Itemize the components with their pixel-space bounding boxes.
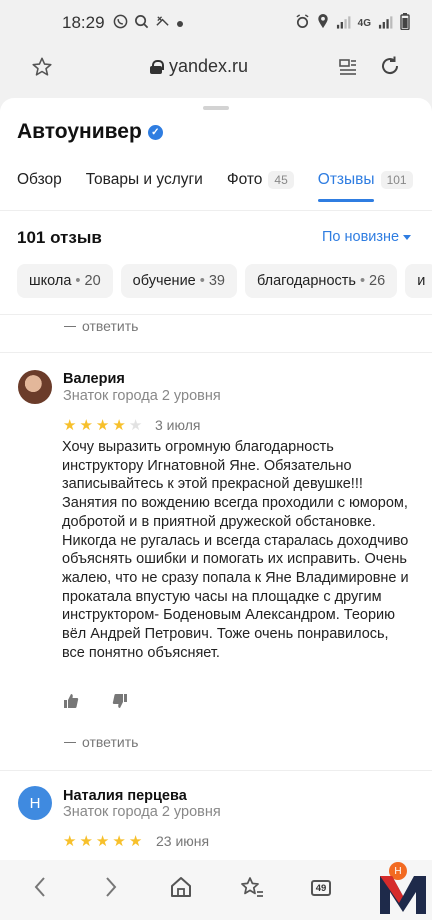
rating-stars: ★ ★ ★ ★ ★ [63, 418, 142, 433]
chip-label: школа [29, 273, 72, 289]
reviewer-name[interactable]: Наталия перцева [63, 788, 187, 804]
missed-call-icon [155, 14, 170, 33]
reader-mode-icon[interactable] [338, 58, 358, 83]
reviews-count: 101 отзыв [17, 228, 102, 247]
chip-school[interactable]: школа • 20 [17, 264, 113, 298]
tab-count: 45 [268, 171, 294, 189]
star-icon: ★ [63, 833, 77, 850]
star-icon: ★ [112, 417, 126, 434]
review-text: Хочу выразить огромную благодарность инс… [62, 439, 409, 661]
status-bar: 18:29 4G [0, 0, 432, 46]
reload-icon[interactable] [378, 54, 402, 85]
star-icon: ★ [112, 833, 126, 850]
dash [64, 325, 76, 327]
sheet-handle[interactable] [203, 106, 229, 110]
reviewer-level: Знаток города 2 уровня [63, 388, 221, 404]
star-icon: ★ [95, 417, 110, 434]
tab-photos[interactable]: Фото 45 [227, 168, 294, 192]
status-time: 18:29 [62, 13, 105, 32]
star-icon: ★ [95, 833, 110, 850]
star-icon: ★ [79, 833, 93, 850]
forward-icon[interactable] [104, 874, 118, 905]
browser-bar: yandex.ru [0, 46, 432, 92]
browser-bottom-nav: 49 Н [0, 860, 432, 920]
org-name: Автоунивер [17, 120, 142, 143]
chip-count: 26 [369, 273, 386, 289]
url-text: yandex.ru [169, 56, 249, 76]
signal-icon-2 [378, 15, 393, 32]
chip-separator: • [359, 273, 366, 289]
chip-label: обучение [132, 273, 196, 289]
reviewer-name[interactable]: Валерия [63, 371, 125, 387]
chip-label: благодарность [256, 273, 356, 289]
notification-dot-icon [176, 15, 184, 32]
chip-separator: • [199, 273, 205, 289]
dislike-icon[interactable] [112, 693, 128, 709]
address-bar[interactable]: yandex.ru [150, 56, 248, 77]
chip-more[interactable]: и [405, 264, 432, 298]
whatsapp-icon [113, 14, 128, 33]
reply-label: ответить [82, 734, 139, 750]
tab-label: Товары и услуги [85, 171, 203, 188]
review-separator [0, 770, 432, 771]
dash [64, 741, 76, 743]
avatar[interactable]: Н [18, 786, 52, 820]
org-card: Автоунивер ✓ Обзор Товары и услуги Фото … [0, 98, 432, 860]
tab-label: Отзывы [317, 171, 375, 188]
chip-training[interactable]: обучение • 39 [120, 264, 237, 298]
back-icon[interactable] [33, 874, 47, 905]
chevron-down-icon [403, 234, 412, 240]
star-empty-icon: ★ [128, 417, 143, 434]
tab-goods-services[interactable]: Товары и услуги [86, 168, 203, 192]
tab-label: Фото [226, 171, 263, 188]
review-date: 3 июля [155, 417, 201, 433]
chip-gratitude[interactable]: благодарность • 26 [244, 264, 398, 298]
signal-icon [336, 15, 351, 32]
status-icons-right: 4G [295, 13, 410, 33]
sort-dropdown[interactable]: По новизне [322, 229, 412, 245]
home-icon[interactable] [170, 874, 192, 905]
divider [0, 210, 432, 211]
star-icon: ★ [63, 417, 77, 434]
tab-count: 101 [380, 171, 413, 189]
star-icon: ★ [128, 833, 143, 850]
divider [0, 314, 432, 315]
review-separator [0, 352, 432, 353]
chip-count: 20 [84, 273, 101, 289]
review-date: 23 июня [156, 833, 210, 849]
verified-icon: ✓ [147, 124, 163, 140]
reviewer-level: Знаток города 2 уровня [63, 804, 221, 820]
tab-overview[interactable]: Обзор [17, 168, 62, 192]
chip-separator: • [75, 273, 81, 289]
location-icon [317, 14, 329, 32]
search-icon [134, 14, 149, 33]
bookmark-star-icon[interactable] [31, 56, 53, 84]
rating-stars: ★ ★ ★ ★ ★ [63, 834, 142, 849]
star-icon: ★ [79, 417, 93, 434]
battery-icon [400, 13, 410, 33]
sort-label: По новизне [322, 229, 400, 245]
page-title: Автоунивер ✓ [17, 120, 163, 144]
bookmarks-icon[interactable] [240, 874, 264, 905]
topic-chips: школа • 20 обучение • 39 благодарность • 26 и [17, 264, 432, 298]
reply-link[interactable]: ответить [64, 318, 138, 334]
status-icons-left [113, 14, 184, 33]
avatar[interactable] [18, 370, 52, 404]
reply-link[interactable]: ответить [64, 734, 138, 750]
org-tabs: Обзор Товары и услуги Фото 45 Отзывы 101 [17, 168, 413, 202]
logo-icon [378, 872, 428, 916]
chip-label: и [417, 273, 426, 289]
chip-count: 39 [208, 273, 225, 289]
lock-icon [150, 59, 164, 74]
tab-reviews[interactable]: Отзывы 101 [317, 168, 413, 202]
network-4g-icon: 4G [357, 17, 371, 29]
tabs-icon[interactable]: 49 [311, 880, 331, 896]
reply-label: ответить [82, 318, 139, 334]
like-icon[interactable] [63, 693, 79, 709]
tab-label: Обзор [17, 171, 62, 188]
alarm-icon [295, 14, 310, 32]
